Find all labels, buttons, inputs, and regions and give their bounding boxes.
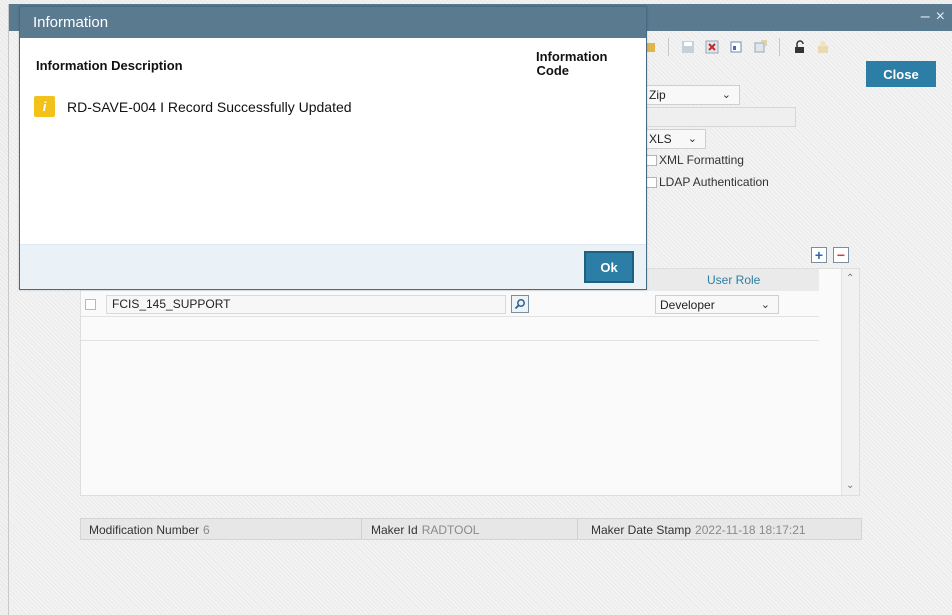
copy-icon[interactable] (727, 38, 745, 56)
unlock-icon[interactable] (790, 38, 808, 56)
ok-button[interactable]: Ok (584, 251, 634, 283)
toolbar-divider (668, 38, 669, 56)
message-text: RD-SAVE-004 I Record Successfully Update… (67, 98, 352, 115)
modification-label: Modification Number (89, 523, 200, 537)
code-column-header: Information Code (536, 50, 608, 78)
maker-date-value: 2022-11-18 18:17:21 (695, 523, 806, 537)
authorize-icon[interactable] (814, 38, 832, 56)
scroll-down-icon[interactable]: ⌄ (846, 480, 854, 491)
information-dialog: Information Information Description Info… (19, 6, 647, 290)
maker-id: Maker Id RADTOOL (371, 523, 479, 537)
plus-icon[interactable]: + (811, 247, 827, 263)
delete-icon[interactable] (703, 38, 721, 56)
xml-formatting-checkbox[interactable] (646, 154, 657, 166)
description-column-header: Information Description (36, 58, 183, 73)
minus-icon[interactable]: − (833, 247, 849, 263)
maker-date-stamp: Maker Date Stamp 2022-11-18 18:17:21 (591, 523, 806, 537)
code-column-header-line1: Information (536, 49, 608, 64)
close-button[interactable]: Close (866, 61, 936, 87)
ldap-auth-checkbox[interactable] (646, 176, 657, 188)
scroll-up-icon[interactable]: ⌃ (846, 273, 854, 284)
path-input[interactable] (630, 107, 796, 127)
grid-row-actions: + − (811, 247, 849, 263)
modification-value: 6 (203, 523, 210, 537)
code-column-header-line2: Code (536, 63, 570, 78)
chevron-down-icon: ⌄ (687, 133, 697, 145)
ldap-auth-option[interactable]: LDAP Authentication (646, 175, 769, 189)
toolbar-divider (779, 38, 780, 56)
chevron-down-icon: ⌄ (721, 89, 731, 101)
row-select-checkbox[interactable] (85, 299, 96, 310)
grid-scrollbar[interactable]: ⌃ ⌄ (841, 269, 859, 495)
search-icon[interactable] (511, 295, 529, 313)
minimize-button[interactable]: – (921, 8, 936, 25)
dialog-title: Information (20, 7, 646, 38)
export-icon[interactable] (751, 38, 769, 56)
window-controls: –× (921, 8, 951, 26)
user-id-input[interactable]: FCIS_145_SUPPORT (106, 295, 506, 314)
user-role-grid: User Role FCIS_145_SUPPORT Developer ⌄ ⌃… (80, 268, 860, 496)
ldap-auth-label: LDAP Authentication (659, 175, 769, 189)
save-icon[interactable] (679, 38, 697, 56)
audit-footer: Modification Number 6 Maker Id RADTOOL Mak… (80, 518, 862, 540)
xml-formatting-label: XML Formatting (659, 153, 744, 167)
message-row: i RD-SAVE-004 I Record Successfully Upda… (34, 96, 352, 117)
footer-divider (361, 519, 362, 539)
user-role-header[interactable]: User Role (707, 273, 760, 287)
role-select-value: Developer (660, 297, 715, 312)
dialog-columns-header: Information Description Information Code (20, 48, 646, 84)
role-select[interactable]: Developer ⌄ (655, 295, 779, 314)
xml-formatting-option[interactable]: XML Formatting (646, 153, 744, 167)
info-icon: i (34, 96, 55, 117)
maker-id-label: Maker Id (371, 523, 418, 537)
window-close-icon[interactable]: × (936, 8, 951, 25)
toolbar (640, 36, 832, 58)
chevron-down-icon: ⌄ (760, 299, 770, 311)
modification-number: Modification Number 6 (89, 523, 210, 537)
table-row: FCIS_145_SUPPORT Developer ⌄ (81, 293, 819, 317)
footer-divider (577, 519, 578, 539)
maker-date-label: Maker Date Stamp (591, 523, 692, 537)
dialog-footer: Ok (20, 244, 646, 289)
maker-id-value: RADTOOL (421, 523, 480, 537)
table-row (81, 317, 819, 341)
